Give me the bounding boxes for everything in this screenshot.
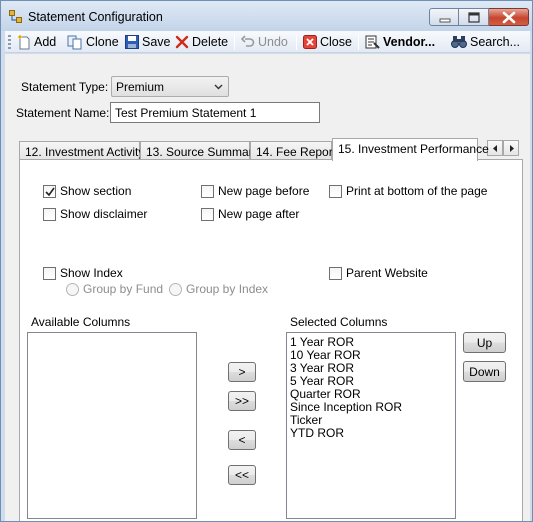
group-by-fund-label: Group by Fund xyxy=(83,282,164,296)
show-index-label: Show Index xyxy=(60,266,123,280)
close-label: Close xyxy=(320,35,352,49)
show-section-checkbox[interactable]: Show section xyxy=(43,184,131,198)
clone-icon xyxy=(67,35,82,49)
statement-configuration-window: Statement Configuration Add Clone Save D… xyxy=(0,0,533,522)
clone-button[interactable]: Clone xyxy=(67,31,119,53)
new-page-after-label: New page after xyxy=(218,207,300,221)
show-disclaimer-checkbox[interactable]: Show disclaimer xyxy=(43,207,147,221)
close-button[interactable]: Close xyxy=(303,31,352,53)
toolbar: Add Clone Save Delete Undo Close Vendor.… xyxy=(5,31,530,53)
minimize-icon xyxy=(439,18,451,23)
section-tabs: 12. Investment Activity 13. Source Summa… xyxy=(19,138,529,161)
show-disclaimer-label: Show disclaimer xyxy=(60,207,148,221)
checkbox-box xyxy=(43,266,56,280)
checkbox-box xyxy=(201,207,214,221)
parent-website-label: Parent Website xyxy=(346,266,428,280)
vendor-button[interactable]: Vendor... xyxy=(365,31,435,53)
checkmark-icon xyxy=(45,187,55,196)
maximize-icon xyxy=(468,12,480,23)
group-by-index-label: Group by Index xyxy=(186,282,269,296)
chevron-left-icon xyxy=(493,145,497,152)
group-by-fund-radio[interactable]: Group by Fund xyxy=(66,282,163,296)
toolbar-separator xyxy=(296,34,297,50)
checkbox-box xyxy=(201,184,214,198)
new-page-before-label: New page before xyxy=(218,184,310,198)
radio-circle xyxy=(169,282,182,296)
close-window-button[interactable] xyxy=(489,8,529,26)
undo-icon xyxy=(241,35,255,47)
chevron-right-icon xyxy=(510,145,514,152)
new-page-after-checkbox[interactable]: New page after xyxy=(201,207,299,221)
checkbox-box xyxy=(43,207,56,221)
statement-type-dropdown[interactable]: Premium xyxy=(111,76,229,97)
undo-button[interactable]: Undo xyxy=(241,31,288,53)
add-icon xyxy=(18,34,30,49)
move-all-left-button[interactable]: << xyxy=(228,465,256,485)
move-left-button[interactable]: < xyxy=(228,430,256,450)
tab-label: 14. Fee Report xyxy=(256,145,337,159)
search-label: Search... xyxy=(470,35,521,49)
minimize-button[interactable] xyxy=(429,8,459,26)
print-at-bottom-checkbox[interactable]: Print at bottom of the page xyxy=(329,184,487,198)
toolbar-grip[interactable] xyxy=(8,35,11,49)
checkbox-box xyxy=(329,184,342,198)
tab-source-summary[interactable]: 13. Source Summary xyxy=(140,141,259,161)
tab-fee-report[interactable]: 14. Fee Report xyxy=(250,141,336,161)
window-title: Statement Configuration xyxy=(28,10,163,24)
tab-investment-activity[interactable]: 12. Investment Activity xyxy=(19,141,144,161)
tab-label: 15. Investment Performance xyxy=(338,142,489,156)
selected-columns-listbox[interactable]: 1 Year ROR 10 Year ROR 3 Year ROR 5 Year… xyxy=(286,332,456,519)
statement-type-label: Statement Type: xyxy=(21,80,109,94)
tab-label: 12. Investment Activity xyxy=(25,145,145,159)
statement-name-label: Statement Name: xyxy=(16,106,110,120)
vendor-icon xyxy=(365,35,380,49)
statement-type-value: Premium xyxy=(116,80,165,94)
print-at-bottom-label: Print at bottom of the page xyxy=(346,184,488,198)
statement-name-input[interactable] xyxy=(110,102,320,123)
move-right-button[interactable]: > xyxy=(228,362,256,382)
tab-label: 13. Source Summary xyxy=(146,145,259,159)
toolbar-separator xyxy=(358,34,359,50)
chevron-down-icon xyxy=(214,84,223,90)
search-button[interactable]: Search... xyxy=(451,31,520,53)
checkbox-box xyxy=(43,184,56,198)
show-section-label: Show section xyxy=(60,184,132,198)
tab-scroll-right-button[interactable] xyxy=(503,140,519,156)
form-client-area: Statement Type: Premium Statement Name: … xyxy=(5,54,530,521)
tab-investment-performance[interactable]: 15. Investment Performance xyxy=(332,138,489,161)
vendor-label: Vendor... xyxy=(383,35,436,49)
move-up-button[interactable]: Up xyxy=(463,332,506,353)
save-icon xyxy=(125,35,139,49)
group-by-index-radio[interactable]: Group by Index xyxy=(169,282,268,296)
delete-label: Delete xyxy=(192,35,229,49)
move-down-button[interactable]: Down xyxy=(463,361,506,382)
investment-performance-panel: Show section New page before Print at bo… xyxy=(19,159,523,521)
parent-website-checkbox[interactable]: Parent Website xyxy=(329,266,428,280)
checkbox-box xyxy=(329,266,342,280)
close-icon xyxy=(502,11,516,24)
show-index-checkbox[interactable]: Show Index xyxy=(43,266,123,280)
undo-label: Undo xyxy=(258,35,288,49)
list-item[interactable]: YTD ROR xyxy=(287,427,455,440)
radio-circle xyxy=(66,282,79,296)
binoculars-icon xyxy=(451,36,467,48)
save-label: Save xyxy=(142,35,171,49)
selected-columns-label: Selected Columns xyxy=(290,315,388,329)
add-label: Add xyxy=(34,35,57,49)
tab-scroll-left-button[interactable] xyxy=(487,140,503,156)
add-button[interactable]: Add xyxy=(17,31,56,53)
available-columns-listbox[interactable] xyxy=(27,332,197,519)
delete-icon xyxy=(175,35,189,49)
title-bar[interactable]: Statement Configuration xyxy=(1,1,532,31)
save-button[interactable]: Save xyxy=(125,31,171,53)
clone-label: Clone xyxy=(86,35,119,49)
maximize-button[interactable] xyxy=(459,8,489,26)
app-icon xyxy=(9,10,22,23)
close-form-icon xyxy=(303,35,317,49)
toolbar-separator xyxy=(234,34,235,50)
move-all-right-button[interactable]: >> xyxy=(228,391,256,411)
available-columns-label: Available Columns xyxy=(31,315,131,329)
new-page-before-checkbox[interactable]: New page before xyxy=(201,184,309,198)
delete-button[interactable]: Delete xyxy=(175,31,228,53)
